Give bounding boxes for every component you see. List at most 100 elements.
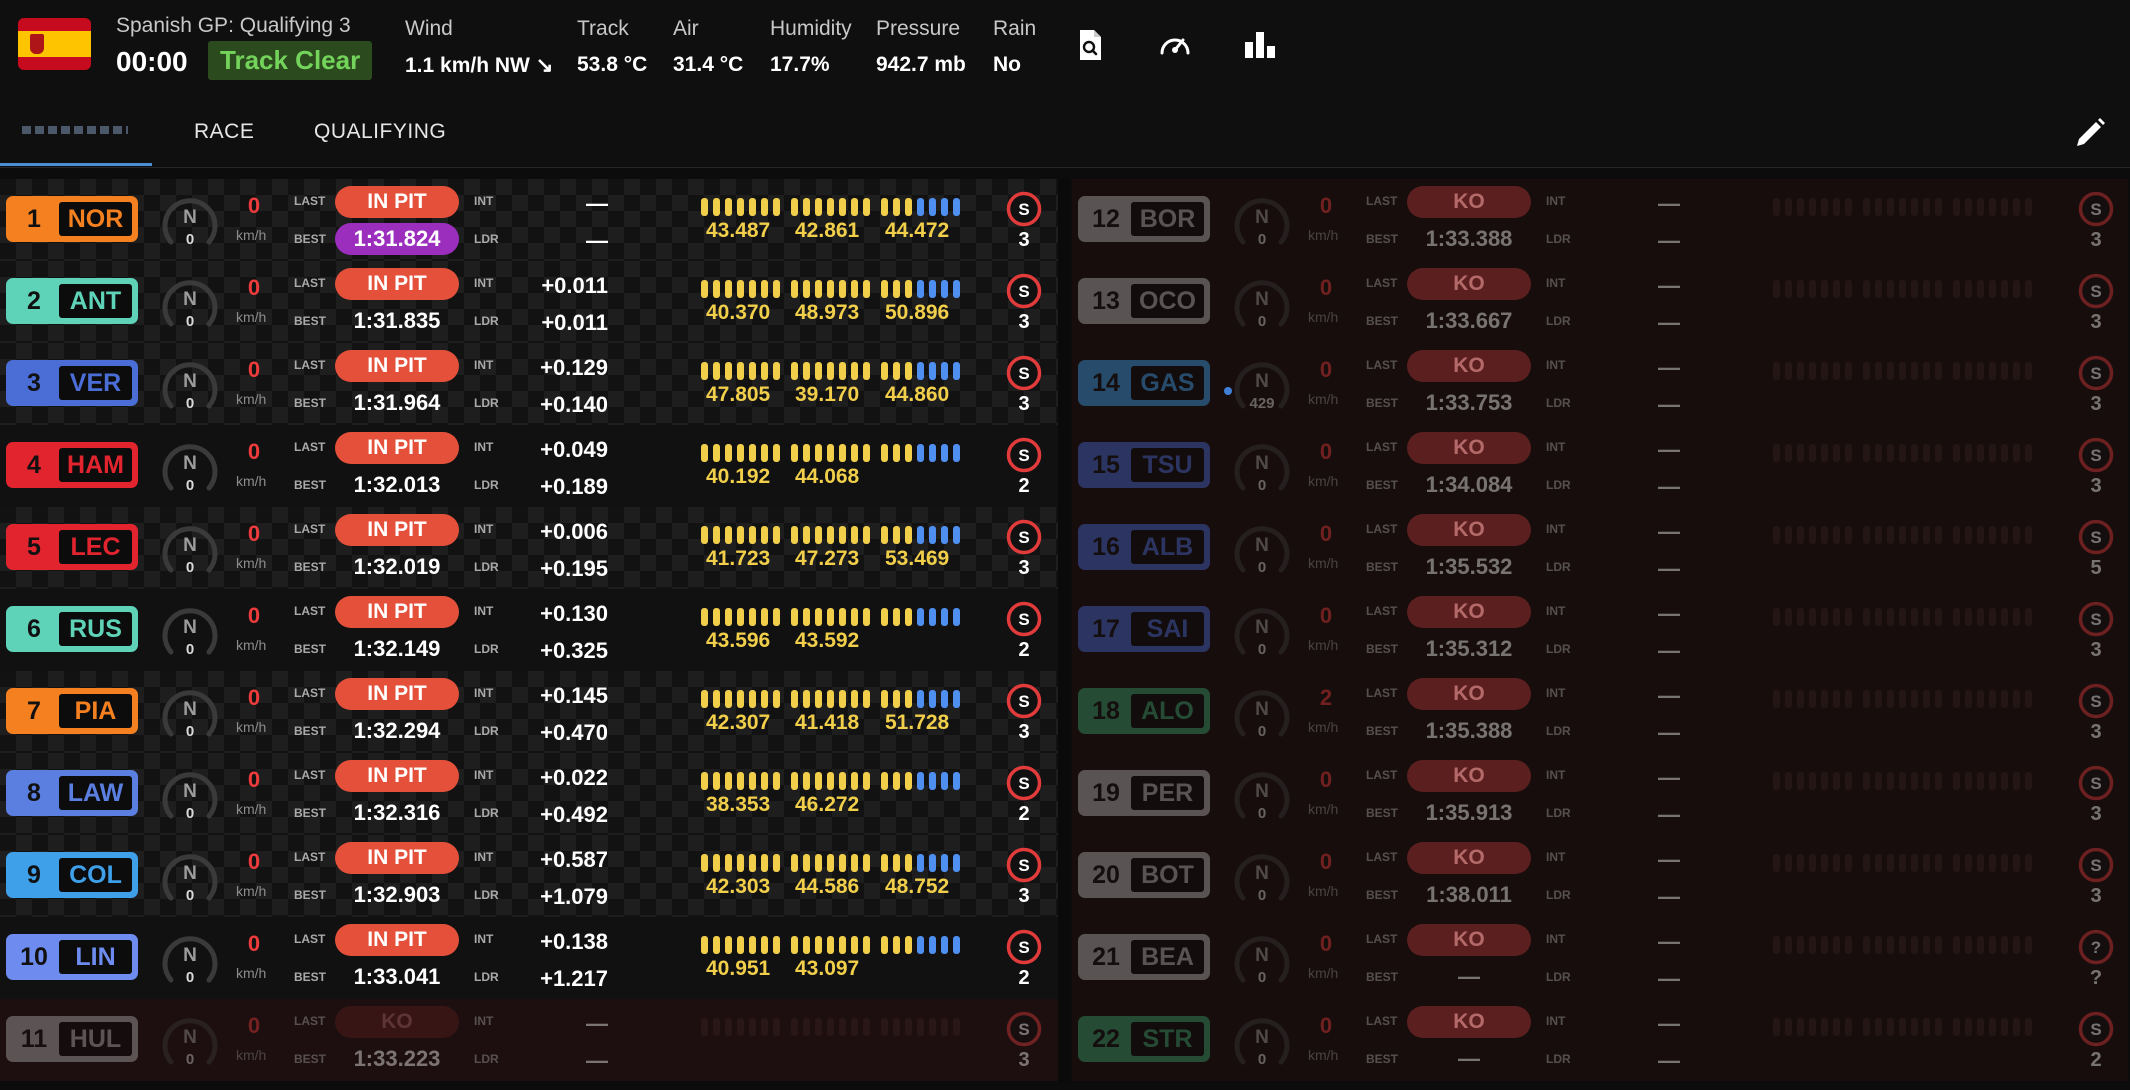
- mini-sector-segment: [761, 280, 768, 298]
- weather-humidity: Humidity 17.7%: [770, 17, 852, 77]
- mini-sector-segment: [773, 526, 780, 544]
- tab-standings[interactable]: [0, 100, 152, 166]
- mini-sector-segment: [2025, 198, 2032, 216]
- best-lap-time: 1:32.149: [353, 636, 441, 661]
- driver-row[interactable]: 17 SAI N 0 0 km/h LAST BEST KO 1:35.312 …: [1072, 589, 2128, 671]
- sector-time: 47.273: [795, 547, 860, 570]
- mini-sector-segment: [1875, 444, 1882, 462]
- mini-sector-segment: [941, 608, 948, 626]
- mini-sector-segment: [1989, 1018, 1996, 1036]
- driver-row[interactable]: 8 LAW N 0 0 km/h LAST BEST IN PIT 1:32.3…: [0, 753, 1058, 835]
- driver-row[interactable]: 20 BOT N 0 0 km/h LAST BEST KO 1:38.011 …: [1072, 835, 2128, 917]
- mini-sector-segment: [827, 280, 834, 298]
- driver-row[interactable]: 18 ALO N 0 2 km/h LAST BEST KO 1:35.388 …: [1072, 671, 2128, 753]
- driver-row[interactable]: 21 BEA N 0 0 km/h LAST BEST KO — INT LDR…: [1072, 917, 2128, 999]
- sector-time: 43.592: [795, 629, 860, 652]
- rpm-value: 0: [185, 231, 195, 248]
- tyre-letter: S: [2090, 364, 2102, 383]
- speed-unit: km/h: [1308, 309, 1339, 325]
- sector-time: 44.472: [885, 219, 950, 242]
- tyre-letter: S: [2090, 774, 2102, 793]
- driver-row[interactable]: 10 LIN N 0 0 km/h LAST BEST IN PIT 1:33.…: [0, 917, 1058, 999]
- speedometer-icon[interactable]: [1158, 28, 1192, 62]
- driver-code: ANT: [59, 284, 132, 318]
- driver-row[interactable]: 1 NOR N 0 0 km/h LAST BEST IN PIT 1:31.8…: [0, 179, 1058, 261]
- ldr-label: LDR: [474, 232, 499, 246]
- mini-sector-segment: [803, 772, 810, 790]
- ldr-label: LDR: [1546, 642, 1571, 656]
- mini-sector-segment: [1923, 608, 1930, 626]
- mini-sector-segment: [1965, 362, 1972, 380]
- mini-sector-segment: [1833, 444, 1840, 462]
- mini-sector-segment: [1977, 198, 1984, 216]
- tab-qualifying[interactable]: QUALIFYING: [314, 120, 446, 144]
- driver-row[interactable]: 22 STR N 0 0 km/h LAST BEST KO — INT LDR…: [1072, 999, 2128, 1081]
- driver-row[interactable]: 5 LEC N 0 0 km/h LAST BEST IN PIT 1:32.0…: [0, 507, 1058, 589]
- mini-sector-segment: [905, 772, 912, 790]
- driver-row[interactable]: 2 ANT N 0 0 km/h LAST BEST IN PIT 1:31.8…: [0, 261, 1058, 343]
- driver-row[interactable]: 13 OCO N 0 0 km/h LAST BEST KO 1:33.667 …: [1072, 261, 2128, 343]
- mini-sector-segment: [1935, 198, 1942, 216]
- driver-row[interactable]: 15 TSU N 0 0 km/h LAST BEST KO 1:34.084 …: [1072, 425, 2128, 507]
- driver-row[interactable]: 14 GAS N 429 0 km/h LAST BEST KO 1:33.75…: [1072, 343, 2128, 425]
- driver-row[interactable]: 9 COL N 0 0 km/h LAST BEST IN PIT 1:32.9…: [0, 835, 1058, 917]
- mini-sector-segment: [881, 608, 888, 626]
- mini-sector-segment: [1785, 444, 1792, 462]
- mini-sector-segment: [1845, 444, 1852, 462]
- speed-value: 0: [247, 931, 261, 956]
- driver-row[interactable]: 19 PER N 0 0 km/h LAST BEST KO 1:35.913 …: [1072, 753, 2128, 835]
- mini-sector-segment: [863, 1018, 870, 1036]
- rpm-value: 0: [185, 641, 195, 658]
- driver-row[interactable]: 11 HUL N 0 0 km/h LAST BEST KO 1:33.223 …: [0, 999, 1058, 1081]
- mini-sector-segment: [905, 526, 912, 544]
- mini-sector-segment: [1833, 198, 1840, 216]
- driver-row[interactable]: 16 ALB N 0 0 km/h LAST BEST KO 1:35.532 …: [1072, 507, 2128, 589]
- mini-sector-segment: [1911, 772, 1918, 790]
- mini-sector-segment: [929, 608, 936, 626]
- sector-time: 42.303: [706, 875, 771, 898]
- last-label: LAST: [294, 194, 326, 208]
- mini-sector-segment: [803, 608, 810, 626]
- driver-row[interactable]: 6 RUS N 0 0 km/h LAST BEST IN PIT 1:32.1…: [0, 589, 1058, 671]
- document-search-icon[interactable]: [1073, 28, 1107, 62]
- driver-row[interactable]: 3 VER N 0 0 km/h LAST BEST IN PIT 1:31.9…: [0, 343, 1058, 425]
- speed-value: 0: [247, 767, 261, 792]
- mini-sector-segment: [1797, 280, 1804, 298]
- int-label: INT: [1546, 932, 1566, 946]
- mini-sector-segment: [2013, 198, 2020, 216]
- mini-sector-segment: [1809, 690, 1816, 708]
- int-label: INT: [1546, 604, 1566, 618]
- mini-sector-segment: [929, 362, 936, 380]
- status-pill: KO: [1407, 186, 1531, 218]
- mini-sector-segment: [1953, 608, 1960, 626]
- position-number: 17: [1092, 614, 1120, 643]
- weather-label: Air: [673, 17, 699, 40]
- sector-time: 43.487: [706, 219, 771, 242]
- mini-sector-segment: [725, 444, 732, 462]
- mini-sector-segment: [2001, 936, 2008, 954]
- mini-sectors: [1773, 362, 2059, 380]
- bar-chart-icon[interactable]: [1243, 28, 1277, 62]
- mini-sector-segment: [1977, 444, 1984, 462]
- mini-sector-segment: [2013, 362, 2020, 380]
- int-label: INT: [1546, 276, 1566, 290]
- mini-sector-segment: [749, 936, 756, 954]
- mini-sector-segment: [2001, 1018, 2008, 1036]
- leader-gap: —: [1658, 556, 1680, 581]
- driver-row[interactable]: 7 PIA N 0 0 km/h LAST BEST IN PIT 1:32.2…: [0, 671, 1058, 753]
- rpm-value: 0: [1257, 641, 1267, 658]
- speed-unit: km/h: [236, 801, 267, 817]
- edit-pencil-icon[interactable]: [2072, 115, 2108, 151]
- tab-race[interactable]: RACE: [194, 120, 254, 144]
- driver-row[interactable]: 12 BOR N 0 0 km/h LAST BEST KO 1:33.388 …: [1072, 179, 2128, 261]
- interval-gap: —: [1658, 191, 1680, 216]
- mini-sector-segment: [905, 362, 912, 380]
- mini-sector-segment: [929, 280, 936, 298]
- mini-sector-segment: [1797, 690, 1804, 708]
- driver-row[interactable]: 4 HAM N 0 0 km/h LAST BEST IN PIT 1:32.0…: [0, 425, 1058, 507]
- mini-sector-segment: [761, 854, 768, 872]
- mini-sector-segment: [1989, 854, 1996, 872]
- mini-sector-segment: [839, 1018, 846, 1036]
- mini-sector-segment: [1833, 526, 1840, 544]
- mini-sector-segment: [1797, 362, 1804, 380]
